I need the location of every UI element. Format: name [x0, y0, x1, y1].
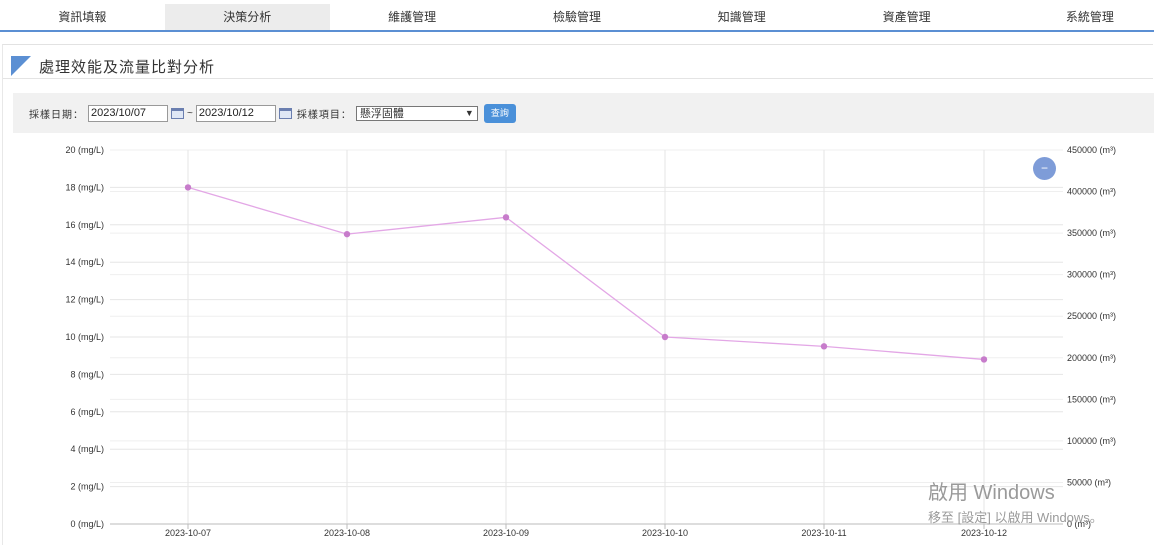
top-navigation: 資訊填報 決策分析 維護管理 檢驗管理 知識管理 資產管理 系統管理 [0, 4, 1154, 32]
query-button[interactable]: 查詢 [483, 103, 516, 123]
nav-item-assets[interactable]: 資產管理 [824, 4, 989, 30]
right-tick-label: 400000 (m³) [1067, 187, 1116, 197]
chevron-down-icon: ▼ [464, 108, 474, 118]
x-tick-label: 2023-10-09 [483, 528, 529, 538]
start-date-input[interactable] [88, 104, 168, 122]
flag-icon [11, 56, 31, 76]
left-tick-label: 20 (mg/L) [65, 145, 104, 155]
left-tick-label: 8 (mg/L) [70, 369, 104, 379]
divider [3, 78, 1153, 79]
left-tick-label: 14 (mg/L) [65, 257, 104, 267]
x-tick-label: 2023-10-10 [642, 528, 688, 538]
left-tick-label: 6 (mg/L) [70, 407, 104, 417]
left-y-axis: 0 (mg/L) 2 (mg/L) 4 (mg/L) 6 (mg/L) 8 (mg/L)… [65, 145, 104, 529]
chart-series [184, 184, 988, 363]
data-point [980, 356, 988, 363]
right-y-axis: 0 (m³)50000 (m³)100000 (m³)150000 (m³)20… [1067, 145, 1116, 529]
right-tick-label: 350000 (m³) [1067, 228, 1116, 238]
minus-icon[interactable]: − [1033, 157, 1056, 180]
nav-item-data-entry[interactable]: 資訊填報 [0, 4, 165, 30]
item-label: 採樣項目： [296, 109, 352, 121]
left-tick-label: 4 (mg/L) [70, 444, 104, 454]
x-tick-label: 2023-10-12 [961, 528, 1007, 538]
watermark-line-1: 啟用 Windows [928, 482, 1055, 504]
nav-item-inspection[interactable]: 檢驗管理 [495, 4, 660, 30]
data-point [820, 343, 828, 350]
right-tick-label: 200000 (m³) [1067, 353, 1116, 363]
nav-item-maintenance[interactable]: 維護管理 [330, 4, 495, 30]
data-point [502, 214, 510, 221]
left-tick-label: 12 (mg/L) [65, 295, 104, 305]
left-tick-label: 0 (mg/L) [70, 519, 104, 529]
calendar-icon[interactable] [278, 107, 292, 119]
right-tick-label: 450000 (m³) [1067, 145, 1116, 155]
end-date-input[interactable] [195, 104, 276, 122]
right-tick-label: 250000 (m³) [1067, 311, 1116, 321]
data-point [661, 333, 669, 341]
watermark-line-2: 移至 [設定] 以啟用 Windows。 [928, 510, 1103, 525]
nav-item-system[interactable]: 系統管理 [989, 4, 1154, 30]
x-tick-label: 2023-10-07 [165, 528, 211, 538]
x-tick-label: 2023-10-11 [801, 528, 846, 538]
item-select[interactable]: 懸浮固體 ▼ [355, 105, 478, 121]
left-tick-label: 18 (mg/L) [65, 182, 104, 192]
panel-header: 處理效能及流量比對分析 [11, 53, 215, 79]
data-point [343, 230, 351, 238]
series-line [187, 186, 985, 361]
right-tick-label: 100000 (m³) [1067, 436, 1116, 446]
nav-item-knowledge[interactable]: 知識管理 [659, 4, 824, 30]
left-tick-label: 16 (mg/L) [65, 220, 104, 230]
item-select-value: 懸浮固體 [359, 108, 404, 120]
x-tick-label: 2023-10-08 [324, 528, 370, 538]
windows-activation-watermark: 啟用 Windows 移至 [設定] 以啟用 Windows。 [928, 476, 1103, 526]
nav-item-decision-analysis[interactable]: 決策分析 [164, 4, 330, 30]
page-title: 處理效能及流量比對分析 [39, 58, 216, 76]
filter-bar: 採樣日期： ~ 採樣項目： 懸浮固體 ▼ 查詢 [13, 93, 1154, 133]
left-tick-label: 2 (mg/L) [70, 482, 104, 492]
left-tick-label: 10 (mg/L) [65, 332, 104, 342]
date-label: 採樣日期： [29, 109, 84, 121]
calendar-icon[interactable] [171, 107, 184, 119]
date-separator: ~ [187, 107, 193, 119]
data-point [184, 184, 192, 191]
right-tick-label: 150000 (m³) [1067, 394, 1116, 404]
x-axis: 2023-10-07 2023-10-08 2023-10-09 2023-10-10… [110, 523, 1063, 538]
right-tick-label: 300000 (m³) [1067, 270, 1116, 280]
